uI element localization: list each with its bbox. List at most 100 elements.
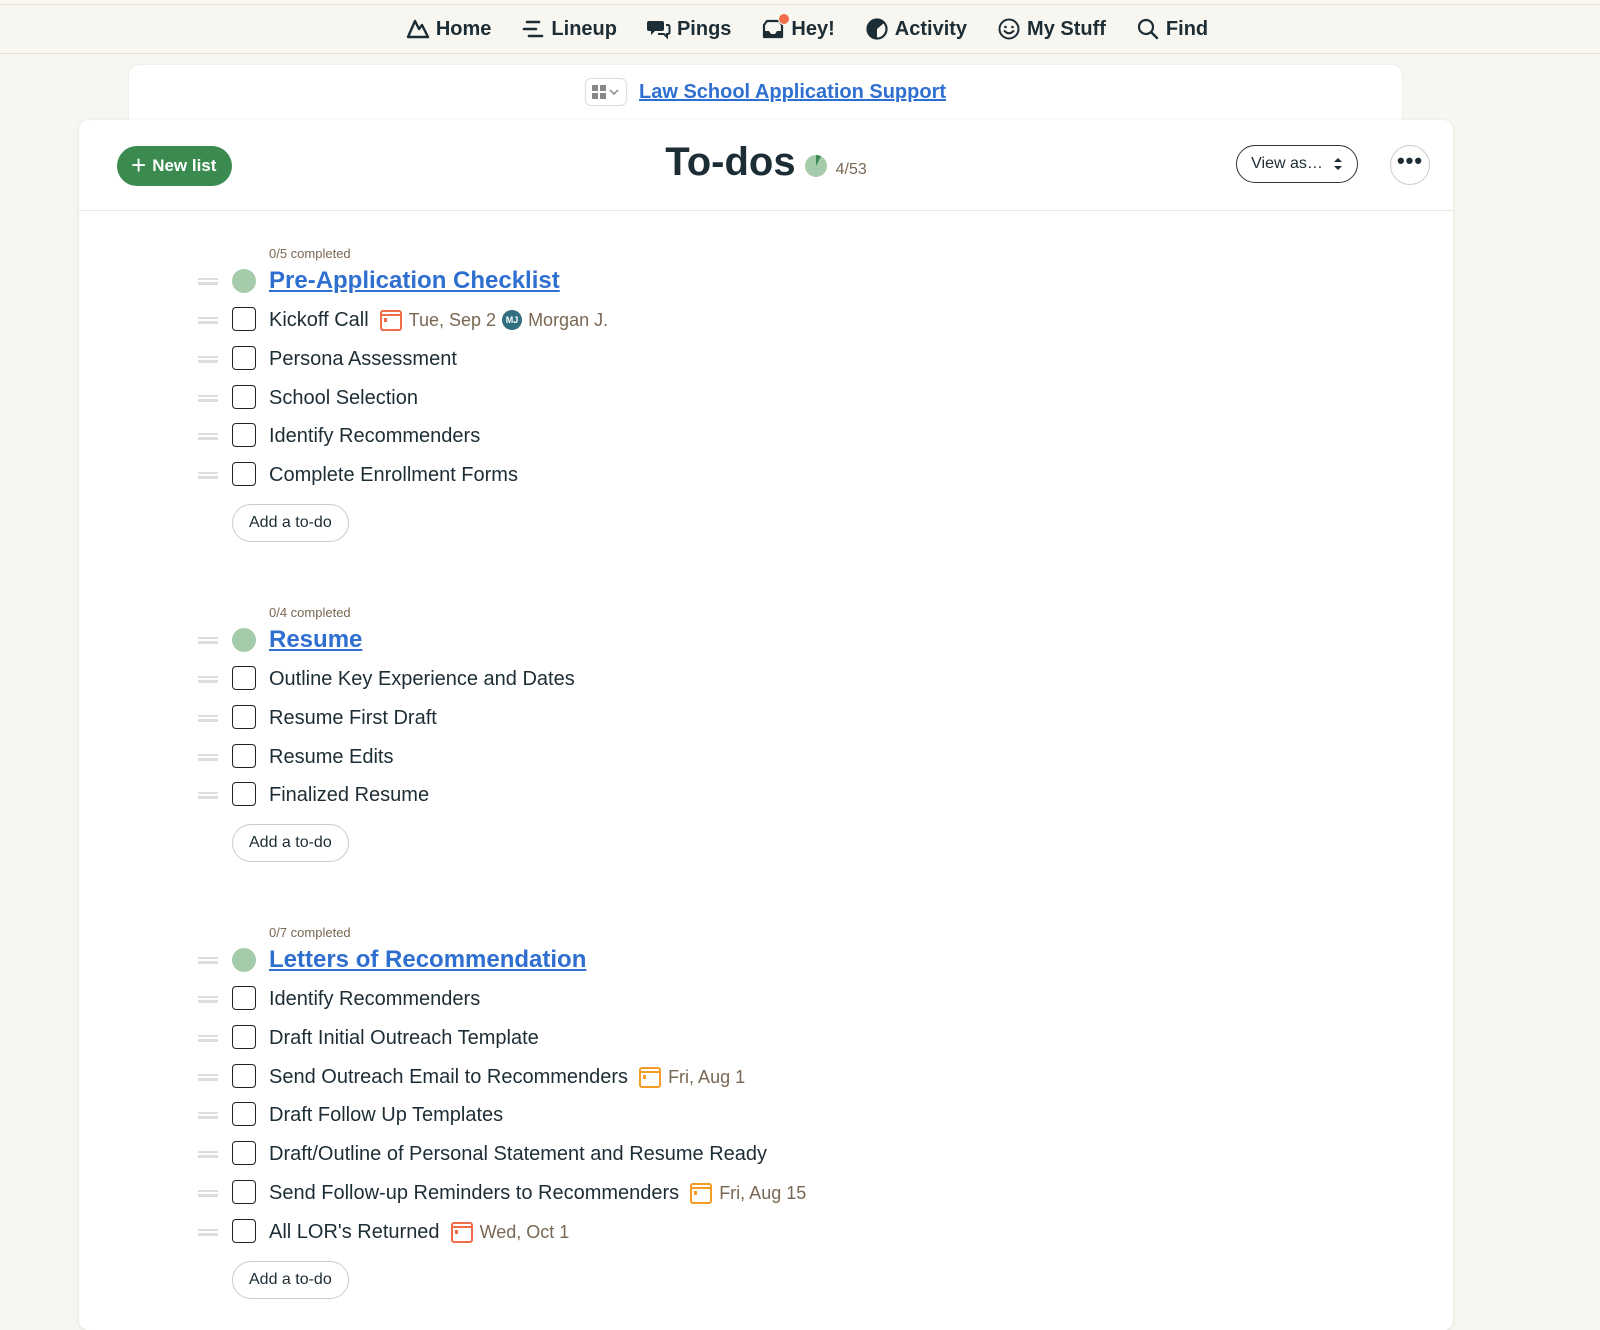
todo-checkbox[interactable]	[232, 666, 256, 690]
add-todo-button[interactable]: Add a to-do	[232, 504, 349, 542]
due-date: Tue, Sep 2	[379, 308, 496, 332]
notification-dot	[778, 13, 791, 25]
todo-label: Send Outreach Email to Recommenders	[269, 1065, 629, 1088]
todo-checkbox[interactable]	[232, 782, 256, 806]
todo-text[interactable]: Resume Edits	[269, 739, 394, 775]
due-date-label: Fri, Aug 15	[719, 1182, 807, 1203]
todo-text[interactable]: Kickoff Call Tue, Sep 2 MJ Morgan J.	[269, 302, 608, 338]
nav-activity[interactable]: Activity	[865, 17, 967, 41]
basecamp-home-icon	[406, 19, 430, 39]
todo-checkbox[interactable]	[232, 744, 256, 768]
nav-find-label: Find	[1165, 17, 1209, 40]
due-date-label: Tue, Sep 2	[408, 309, 497, 330]
todo-text[interactable]: Send Follow-up Reminders to Recommenders…	[269, 1175, 806, 1211]
smiley-icon	[998, 18, 1020, 40]
drag-handle-icon[interactable]	[198, 278, 218, 285]
todo-checkbox[interactable]	[232, 423, 256, 447]
todo-text[interactable]: Outline Key Experience and Dates	[269, 661, 575, 697]
due-date-label: Wed, Oct 1	[479, 1221, 570, 1242]
nav-hey-label: Hey!	[791, 17, 835, 40]
todo-text[interactable]: Complete Enrollment Forms	[269, 457, 518, 493]
drag-handle-icon[interactable]	[198, 715, 218, 722]
todo-text[interactable]: Draft/Outline of Personal Statement and …	[269, 1136, 767, 1172]
todo-checkbox[interactable]	[232, 1025, 256, 1049]
drag-handle-icon[interactable]	[198, 1190, 218, 1197]
todo-count: 4/53	[835, 160, 867, 178]
todo-text[interactable]: All LOR's Returned Wed, Oct 1	[269, 1214, 569, 1250]
lineup-icon	[523, 20, 544, 38]
add-todo-button[interactable]: Add a to-do	[232, 1261, 349, 1299]
drag-handle-icon[interactable]	[198, 433, 218, 440]
drag-handle-icon[interactable]	[198, 792, 218, 799]
todo-text[interactable]: Draft Follow Up Templates	[269, 1097, 503, 1133]
list-progress-dot	[232, 948, 256, 972]
progress-pie-icon	[804, 154, 827, 177]
project-name-link[interactable]: Law School Application Support	[639, 78, 946, 106]
activity-icon	[866, 18, 888, 40]
assignee: MJ Morgan J.	[502, 310, 608, 331]
todo-text[interactable]: Identify Recommenders	[269, 981, 480, 1017]
drag-handle-icon[interactable]	[198, 957, 218, 964]
todo-checkbox[interactable]	[232, 986, 256, 1010]
drag-handle-icon[interactable]	[198, 1229, 218, 1236]
drag-handle-icon[interactable]	[198, 1151, 218, 1158]
todo-text[interactable]: Persona Assessment	[269, 341, 457, 377]
drag-handle-icon[interactable]	[198, 637, 218, 644]
drag-handle-icon[interactable]	[198, 1035, 218, 1042]
card-header: + New list To-dos 4/53 View as… •••	[79, 120, 1453, 211]
list-title-link[interactable]: Pre-Application Checklist	[269, 263, 560, 299]
drag-handle-icon[interactable]	[198, 676, 218, 683]
todo-text[interactable]: Identify Recommenders	[269, 418, 480, 454]
todo-checkbox[interactable]	[232, 307, 256, 331]
todo-text[interactable]: Resume First Draft	[269, 700, 437, 736]
drag-handle-icon[interactable]	[198, 996, 218, 1003]
list-title-link[interactable]: Letters of Recommendation	[269, 942, 586, 978]
nav-activity-label: Activity	[894, 17, 968, 40]
nav-find[interactable]: Find	[1136, 17, 1208, 41]
search-icon	[1137, 18, 1159, 40]
todo-text[interactable]: Send Outreach Email to Recommenders Fri,…	[269, 1059, 745, 1095]
drag-handle-icon[interactable]	[198, 356, 218, 363]
grid-icon	[592, 85, 607, 99]
drag-handle-icon[interactable]	[198, 1112, 218, 1119]
pings-chat-icon	[646, 21, 671, 40]
nav-my-stuff[interactable]: My Stuff	[997, 17, 1106, 41]
todo-checkbox[interactable]	[232, 1180, 256, 1204]
due-date: Wed, Oct 1	[450, 1220, 570, 1244]
nav-hey[interactable]: Hey!	[761, 13, 835, 41]
nav-home-label: Home	[435, 17, 492, 40]
drag-handle-icon[interactable]	[198, 317, 218, 324]
todo-checkbox[interactable]	[232, 385, 256, 409]
nav-pings-label: Pings	[676, 17, 732, 40]
todo-text[interactable]: School Selection	[269, 380, 418, 416]
more-options-button[interactable]: •••	[1390, 145, 1430, 185]
add-todo-button[interactable]: Add a to-do	[232, 824, 349, 862]
todo-checkbox[interactable]	[232, 705, 256, 729]
todo-checkbox[interactable]	[232, 1219, 256, 1243]
nav-pings[interactable]: Pings	[646, 17, 732, 41]
due-date: Fri, Aug 1	[638, 1065, 745, 1089]
todo-checkbox[interactable]	[232, 1064, 256, 1088]
drag-handle-icon[interactable]	[198, 1074, 218, 1081]
drag-handle-icon[interactable]	[198, 395, 218, 402]
calendar-icon	[690, 1183, 713, 1204]
todo-checkbox[interactable]	[232, 1141, 256, 1165]
view-as-select[interactable]: View as…	[1236, 145, 1358, 183]
todo-text[interactable]: Draft Initial Outreach Template	[269, 1020, 539, 1056]
todo-text[interactable]: Finalized Resume	[269, 777, 429, 813]
nav-home[interactable]: Home	[406, 17, 492, 41]
chevron-down-icon	[609, 89, 620, 96]
todo-checkbox[interactable]	[232, 1102, 256, 1126]
todo-checkbox[interactable]	[232, 346, 256, 370]
due-date-label: Fri, Aug 1	[668, 1066, 746, 1087]
todo-label: Send Follow-up Reminders to Recommenders	[269, 1181, 680, 1204]
list-title-link[interactable]: Resume	[269, 622, 362, 658]
nav-lineup[interactable]: Lineup	[521, 17, 617, 41]
project-switcher-button[interactable]	[584, 78, 627, 106]
avatar: MJ	[502, 310, 523, 330]
drag-handle-icon[interactable]	[198, 472, 218, 479]
calendar-icon	[450, 1222, 473, 1243]
view-as-label: View as…	[1251, 155, 1323, 172]
drag-handle-icon[interactable]	[198, 754, 218, 761]
todo-checkbox[interactable]	[232, 462, 256, 486]
